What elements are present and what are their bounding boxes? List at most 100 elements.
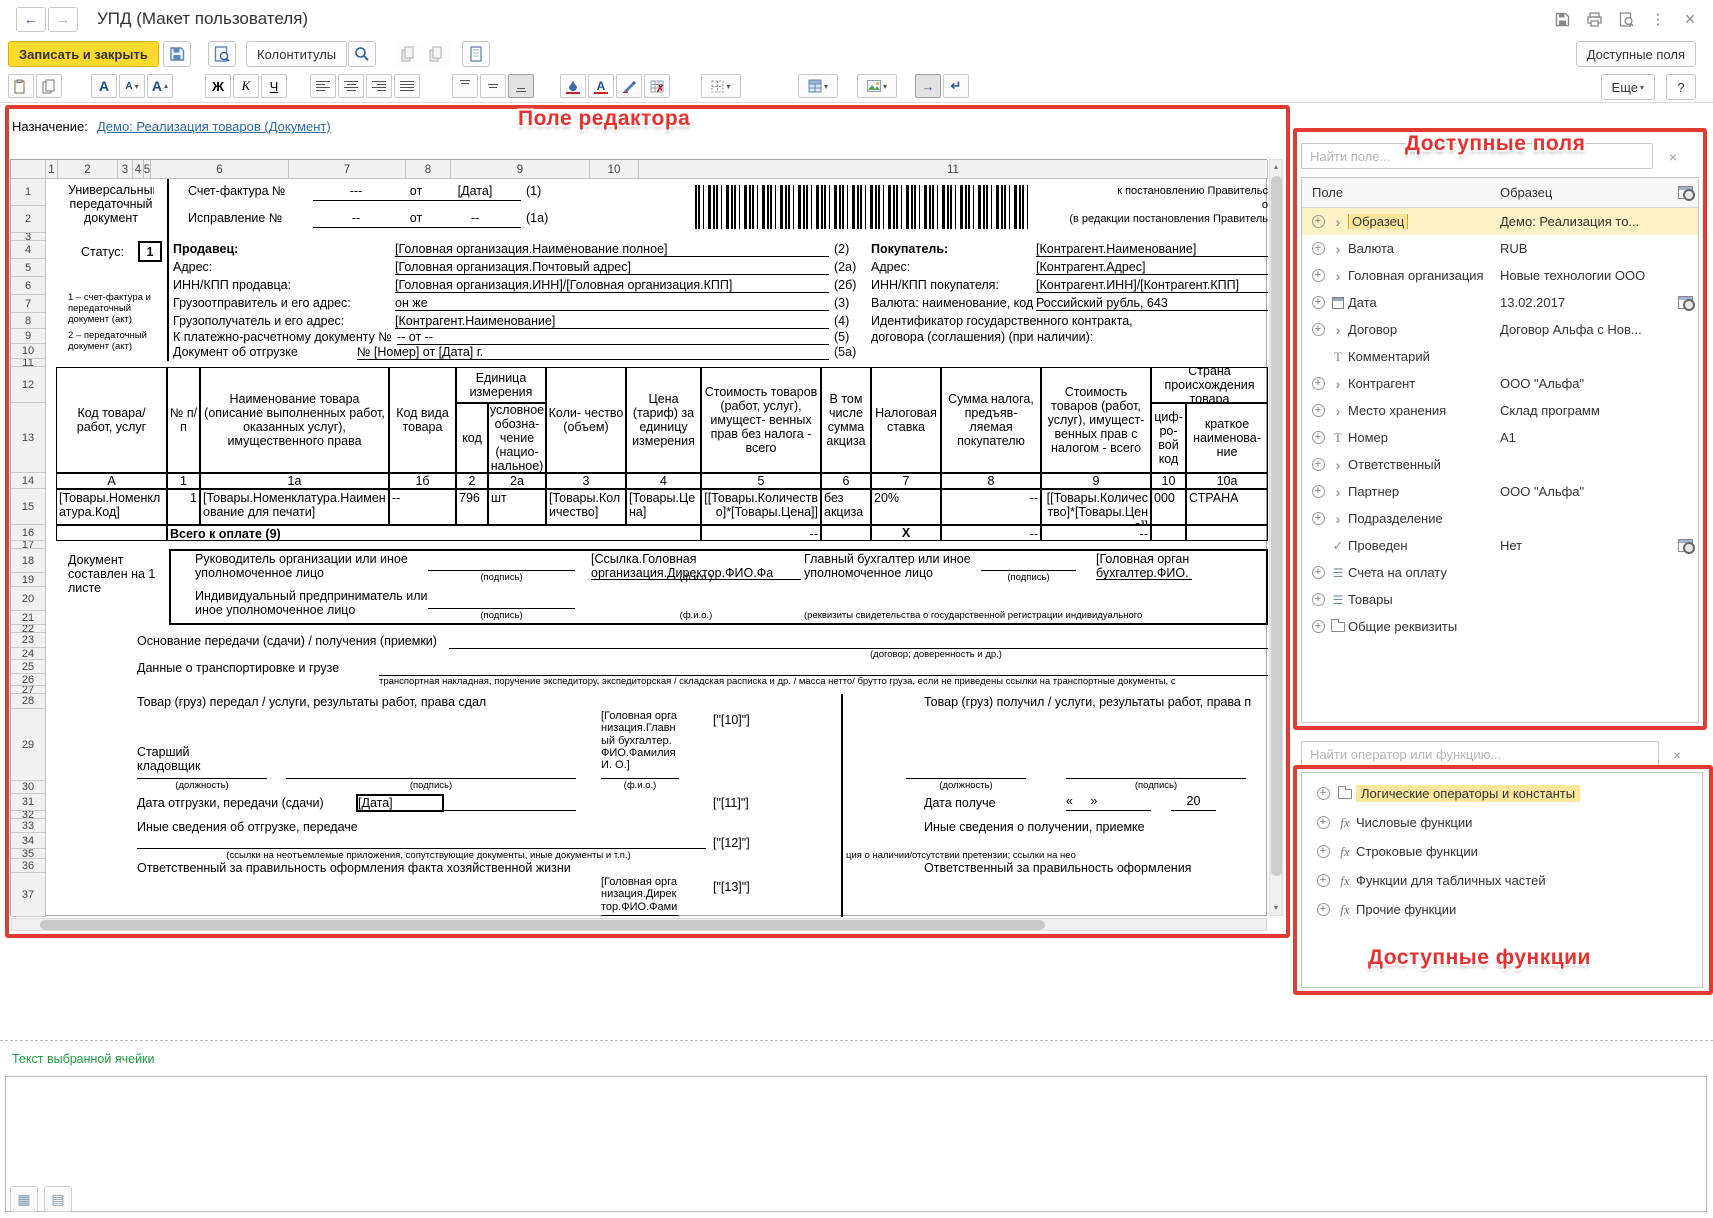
sheet-cell[interactable]: № [Номер] от [Дата] г. xyxy=(357,345,829,360)
sheet-cell[interactable]: Дата отгрузки, передачи (сдачи) xyxy=(137,796,353,811)
sheet-cell[interactable]: Счет-фактура № xyxy=(188,184,323,200)
function-group-label[interactable]: Числовые функции xyxy=(1356,815,1472,830)
sheet-cell[interactable] xyxy=(56,525,167,541)
sheet-cell[interactable]: Грузополучатель и его адрес: xyxy=(173,314,393,329)
column-header[interactable]: 1 xyxy=(46,160,58,179)
sheet-cell[interactable]: (4) xyxy=(834,314,868,329)
row-number[interactable]: 9 xyxy=(11,329,45,344)
preview-button[interactable] xyxy=(208,41,236,67)
sheet-cell[interactable]: 8 xyxy=(941,473,1041,489)
function-group-label[interactable]: Строковые функции xyxy=(1356,844,1478,859)
fields-column-sample[interactable]: Образец xyxy=(1500,185,1672,200)
sheet-cell[interactable]: (1) xyxy=(526,184,556,200)
expand-plus-icon[interactable]: + xyxy=(1308,296,1328,309)
field-label[interactable]: Контрагент xyxy=(1348,376,1500,391)
sheet-cell[interactable]: Налоговая ставка xyxy=(871,367,941,473)
sheet-cell[interactable]: [Головная организация.Главный бухгалтер.… xyxy=(601,710,679,779)
sheet-cell[interactable]: -- xyxy=(389,489,456,525)
sheet-cell[interactable]: 1 xyxy=(167,473,200,489)
sheet-cell[interactable]: Документ об отгрузке xyxy=(173,345,355,360)
sheet-cell[interactable]: 10 xyxy=(1151,473,1186,489)
function-group-row[interactable]: +fxСтроковые функции xyxy=(1302,837,1702,866)
row-number[interactable]: 10 xyxy=(11,344,45,359)
field-row[interactable]: +›Головная организацияНовые технологии О… xyxy=(1302,262,1698,289)
sheet-cell[interactable]: циф- ро- вой код xyxy=(1151,403,1186,473)
sheet-cell[interactable]: К платежно-расчетному документу № xyxy=(173,330,397,345)
field-row[interactable]: +TНомерА1 xyxy=(1302,424,1698,451)
sheet-cell[interactable]: ["[10]"] xyxy=(713,713,765,727)
sheet-cell[interactable]: ИНН/КПП продавца: xyxy=(173,278,393,293)
field-row[interactable]: TКомментарий xyxy=(1302,343,1698,370)
field-row[interactable]: +›Подразделение xyxy=(1302,505,1698,532)
sheet-cell[interactable] xyxy=(428,556,575,571)
sheet-cell[interactable]: Универсальный передаточный документ xyxy=(68,183,154,239)
sheet-cell[interactable]: 1 xyxy=(167,489,200,525)
sheet-cell[interactable]: 20 xyxy=(1171,794,1216,811)
field-label[interactable]: Договор xyxy=(1348,322,1500,337)
sheet-cell[interactable]: [[Товары.Количество]*[Товары.Цена]] xyxy=(701,489,821,525)
save-icon[interactable] xyxy=(1553,10,1571,28)
italic-button[interactable]: К xyxy=(233,74,259,98)
row-number[interactable]: 16 xyxy=(11,525,45,541)
sheet-cell[interactable]: краткое наименова- ние xyxy=(1186,403,1268,473)
column-header[interactable]: 6 xyxy=(151,160,289,179)
field-label[interactable]: Место хранения xyxy=(1348,403,1500,418)
sheet-cell[interactable]: транспортная накладная, поручение экспед… xyxy=(379,677,1268,688)
sheet-cell[interactable]: (должность) xyxy=(906,781,1026,792)
row-number[interactable]: 18 xyxy=(11,549,45,573)
function-group-label[interactable]: Прочие функции xyxy=(1356,902,1456,917)
sheet-cell[interactable]: [Головная организация.ИНН]/[Головная орг… xyxy=(395,278,829,293)
row-number[interactable]: 26 xyxy=(11,674,45,686)
sheet-cell[interactable] xyxy=(444,794,576,811)
sheet-body[interactable]: Универсальный передаточный документ Счет-… xyxy=(46,179,1268,917)
sheet-cell[interactable]: (ф.и.о.) xyxy=(591,611,801,622)
row-number[interactable]: 32 xyxy=(11,811,45,819)
sheet-cell[interactable]: 1а xyxy=(200,473,389,489)
sheet-cell[interactable]: (ф.и.о.) xyxy=(591,573,801,584)
row-number[interactable]: 22 xyxy=(11,625,45,633)
text-wrap-icon[interactable]: ↵ xyxy=(943,74,969,98)
expand-plus-icon[interactable]: + xyxy=(1312,874,1334,887)
sheet-cell[interactable]: X xyxy=(871,525,941,541)
field-settings-icon[interactable] xyxy=(1672,296,1698,309)
sheet-cell[interactable]: [Контрагент.Наименование] xyxy=(395,314,829,329)
font-color-icon[interactable]: А xyxy=(588,74,614,98)
sheet-cell[interactable]: (договор; доверенность и др.) xyxy=(806,650,1066,661)
menu-icon[interactable]: ⋮ xyxy=(1649,10,1667,28)
sheet-cell[interactable]: Ответственный за правильность оформления xyxy=(924,861,1268,876)
sheet-cell[interactable] xyxy=(981,556,1076,571)
sheet-cell[interactable]: (подпись) xyxy=(961,573,1096,584)
fill-color-icon[interactable] xyxy=(560,74,586,98)
field-settings-icon[interactable] xyxy=(1672,539,1698,552)
row-number[interactable]: 23 xyxy=(11,633,45,648)
field-label[interactable]: Партнер xyxy=(1348,484,1500,499)
sheet-cell[interactable] xyxy=(906,764,1026,779)
expand-plus-icon[interactable]: + xyxy=(1308,242,1328,255)
sheet-cell[interactable]: от xyxy=(401,184,431,200)
sheet-cell[interactable]: о xyxy=(1046,199,1268,212)
sheet-cell[interactable]: № п/п xyxy=(167,367,200,473)
copy-page-icon[interactable] xyxy=(394,41,422,67)
row-number[interactable]: 35 xyxy=(11,849,45,859)
sheet-cell[interactable]: Основание передачи (сдачи) / получения (… xyxy=(137,634,449,649)
copy-icon[interactable] xyxy=(36,74,62,98)
sheet-cell[interactable]: Товар (груз) передал / услуги, результат… xyxy=(137,695,567,710)
available-fields-button[interactable]: Доступные поля xyxy=(1576,41,1696,67)
sheet-cell[interactable]: (должность) xyxy=(137,781,267,792)
sheet-cell[interactable]: договора (соглашения) (при наличии): xyxy=(871,330,1261,345)
align-center-icon[interactable] xyxy=(338,74,364,98)
row-number[interactable]: 1 xyxy=(11,179,45,206)
valign-top-icon[interactable] xyxy=(452,74,478,98)
sheet-cell[interactable]: ["[11]"] xyxy=(713,796,765,810)
sheet-cell[interactable]: к постановлению Правительс xyxy=(1046,185,1268,198)
row-number[interactable]: 20 xyxy=(11,587,45,611)
sheet-cell[interactable] xyxy=(286,764,576,779)
function-group-row[interactable]: +fxФункции для табличных частей xyxy=(1302,866,1702,895)
function-group-row[interactable]: +fxПрочие функции xyxy=(1302,895,1702,924)
sheet-cell[interactable] xyxy=(695,185,1030,229)
sheet-cell[interactable]: (5) xyxy=(834,330,868,345)
row-number[interactable]: 13 xyxy=(11,403,45,473)
align-justify-icon[interactable] xyxy=(394,74,420,98)
back-button[interactable]: ← xyxy=(16,7,46,32)
field-row[interactable]: +›КонтрагентООО "Альфа" xyxy=(1302,370,1698,397)
